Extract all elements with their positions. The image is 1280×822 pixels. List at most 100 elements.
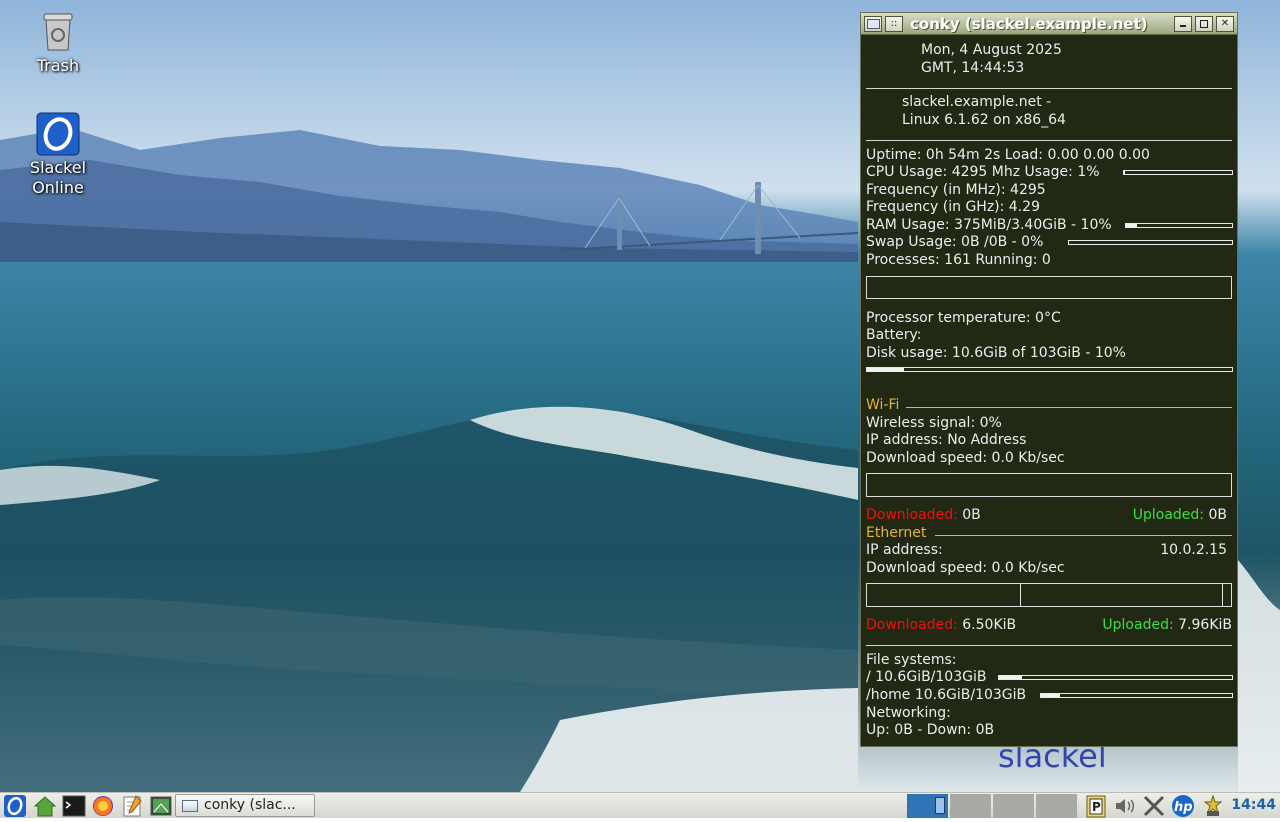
desktop-icon-trash[interactable]: Trash: [13, 10, 103, 76]
desktop-icon-trash-label: Trash: [36, 56, 80, 75]
terminal-button[interactable]: [62, 794, 86, 818]
workspace-4[interactable]: [1036, 794, 1077, 818]
taskbar-clock[interactable]: 14:44: [1231, 793, 1276, 818]
slackel-menu-button[interactable]: [3, 794, 27, 818]
network-icon: [1143, 795, 1165, 817]
desktop-icon-slackel-online[interactable]: Slackel Online: [13, 112, 103, 198]
ethernet-ip-label: IP address:: [866, 542, 943, 558]
conky-hostname: slackel.example.net -: [902, 94, 1052, 110]
wifi-heading: Wi-Fi: [866, 397, 900, 413]
ethernet-ip-value: 10.0.2.15: [1160, 542, 1227, 558]
firefox-icon: [93, 796, 113, 816]
network-tray-button[interactable]: [1142, 794, 1166, 818]
fs-root-bar-fill: [999, 676, 1023, 679]
ethernet-graph-spike: [1222, 584, 1223, 606]
firefox-button[interactable]: [91, 794, 115, 818]
taskbar: conky (slac... P hp 14:44: [0, 792, 1280, 818]
ethernet-downloaded-label: Downloaded:: [866, 617, 958, 633]
cpu-usage-bar-fill: [1124, 171, 1126, 174]
divider: [866, 645, 1232, 646]
wifi-downloaded-value: 0B: [962, 507, 981, 523]
update-icon: [1203, 794, 1223, 816]
text-editor-icon: [123, 795, 142, 817]
ram-usage-bar-fill: [1126, 224, 1137, 227]
conky-uptime: Uptime: 0h 54m 2s Load: 0.00 0.00 0.00: [866, 147, 1150, 163]
conky-titlebar[interactable]: :: conky (slackel.example.net) ✕: [861, 13, 1237, 35]
conky-date: Mon, 4 August 2025: [921, 42, 1062, 58]
hp-printer-icon: hp: [1172, 795, 1194, 817]
window-sticky-button[interactable]: ::: [885, 15, 903, 32]
workspace-1[interactable]: [907, 794, 948, 818]
screenshot-button[interactable]: [149, 794, 173, 818]
fs-home-bar-fill: [1041, 694, 1061, 697]
slackel-menu-icon: [4, 795, 26, 817]
divider: [866, 140, 1232, 141]
conky-frequency-mhz: Frequency (in MHz): 4295: [866, 182, 1046, 198]
ethernet-uploaded-value: 7.96KiB: [1178, 617, 1232, 633]
home-folder-button[interactable]: [33, 794, 57, 818]
networking-up-down: Up: 0B - Down: 0B: [866, 722, 995, 738]
home-folder-icon: [33, 796, 57, 817]
slackel-online-icon: [36, 112, 80, 156]
maximize-button[interactable]: [1195, 15, 1213, 32]
parcellite-icon: P: [1086, 795, 1106, 818]
wifi-ip-address: IP address: No Address: [866, 432, 1027, 448]
fs-root-bar: [998, 675, 1233, 680]
cpu-usage-bar: [1123, 170, 1233, 175]
conky-time: GMT, 14:44:53: [921, 60, 1025, 76]
terminal-icon: [62, 795, 86, 817]
close-button[interactable]: ✕: [1216, 15, 1234, 32]
wifi-signal: Wireless signal: 0%: [866, 415, 1002, 431]
workspace-pager[interactable]: [907, 794, 1079, 818]
ethernet-ip-row: IP address: 10.0.2.15: [866, 542, 1232, 559]
wifi-transfer-row: Downloaded: 0B Uploaded: 0B: [866, 507, 1232, 524]
minimize-icon: [1180, 25, 1186, 27]
volume-tray-button[interactable]: [1113, 794, 1137, 818]
ethernet-transfer-row: Downloaded: 6.50KiB Uploaded: 7.96KiB: [866, 617, 1232, 634]
swap-usage-bar: [1068, 240, 1233, 245]
hp-printer-tray-button[interactable]: hp: [1169, 794, 1194, 818]
minimize-button[interactable]: [1174, 15, 1192, 32]
window-menu-button[interactable]: [864, 15, 882, 32]
disk-usage-bar: [866, 367, 1233, 372]
ethernet-downloaded-value: 6.50KiB: [962, 617, 1017, 633]
ethernet-uploaded-label: Uploaded:: [1102, 617, 1174, 633]
desktop-icon-slackel-label-2: Online: [32, 178, 84, 197]
wifi-heading-line: [906, 407, 1232, 408]
taskbar-task-conky[interactable]: conky (slac...: [175, 794, 315, 817]
ethernet-heading: Ethernet: [866, 525, 927, 541]
window-menu-icon: [866, 18, 880, 29]
conky-battery: Battery:: [866, 327, 922, 343]
fs-home-bar: [1040, 693, 1233, 698]
svg-text:P: P: [1092, 800, 1101, 814]
workspace-3[interactable]: [993, 794, 1034, 818]
taskbar-task-label: conky (slac...: [204, 797, 296, 813]
disk-usage-bar-fill: [867, 368, 904, 371]
window-title: conky (slackel.example.net): [910, 14, 1148, 33]
networking-heading: Networking:: [866, 705, 951, 721]
ethernet-graph-spike: [1020, 584, 1021, 606]
wifi-uploaded-value: 0B: [1208, 507, 1227, 523]
ethernet-heading-line: [935, 535, 1232, 536]
conky-disk-usage: Disk usage: 10.6GiB of 103GiB - 10%: [866, 345, 1126, 361]
conky-processes: Processes: 161 Running: 0: [866, 252, 1051, 268]
conky-frequency-ghz: Frequency (in GHz): 4.29: [866, 199, 1040, 215]
wifi-uploaded-label: Uploaded:: [1132, 507, 1205, 523]
ethernet-download-speed: Download speed: 0.0 Kb/sec: [866, 560, 1065, 576]
volume-icon: [1116, 799, 1134, 813]
file-systems-heading: File systems:: [866, 652, 957, 668]
clipboard-tray-button[interactable]: P: [1084, 794, 1108, 818]
cpu-graph: [866, 276, 1232, 299]
trash-icon: [36, 10, 80, 54]
maximize-icon: [1200, 19, 1208, 28]
workspace-2[interactable]: [950, 794, 991, 818]
svg-text:hp: hp: [1174, 800, 1193, 815]
ethernet-graph: [866, 583, 1232, 607]
screenshot-icon: [150, 796, 172, 816]
ram-usage-bar: [1125, 223, 1233, 228]
wifi-downloaded-label: Downloaded:: [866, 507, 958, 523]
wifi-download-speed: Download speed: 0.0 Kb/sec: [866, 450, 1065, 466]
conky-processor-temperature: Processor temperature: 0°C: [866, 310, 1061, 326]
update-tray-button[interactable]: [1201, 794, 1225, 818]
text-editor-button[interactable]: [120, 794, 144, 818]
